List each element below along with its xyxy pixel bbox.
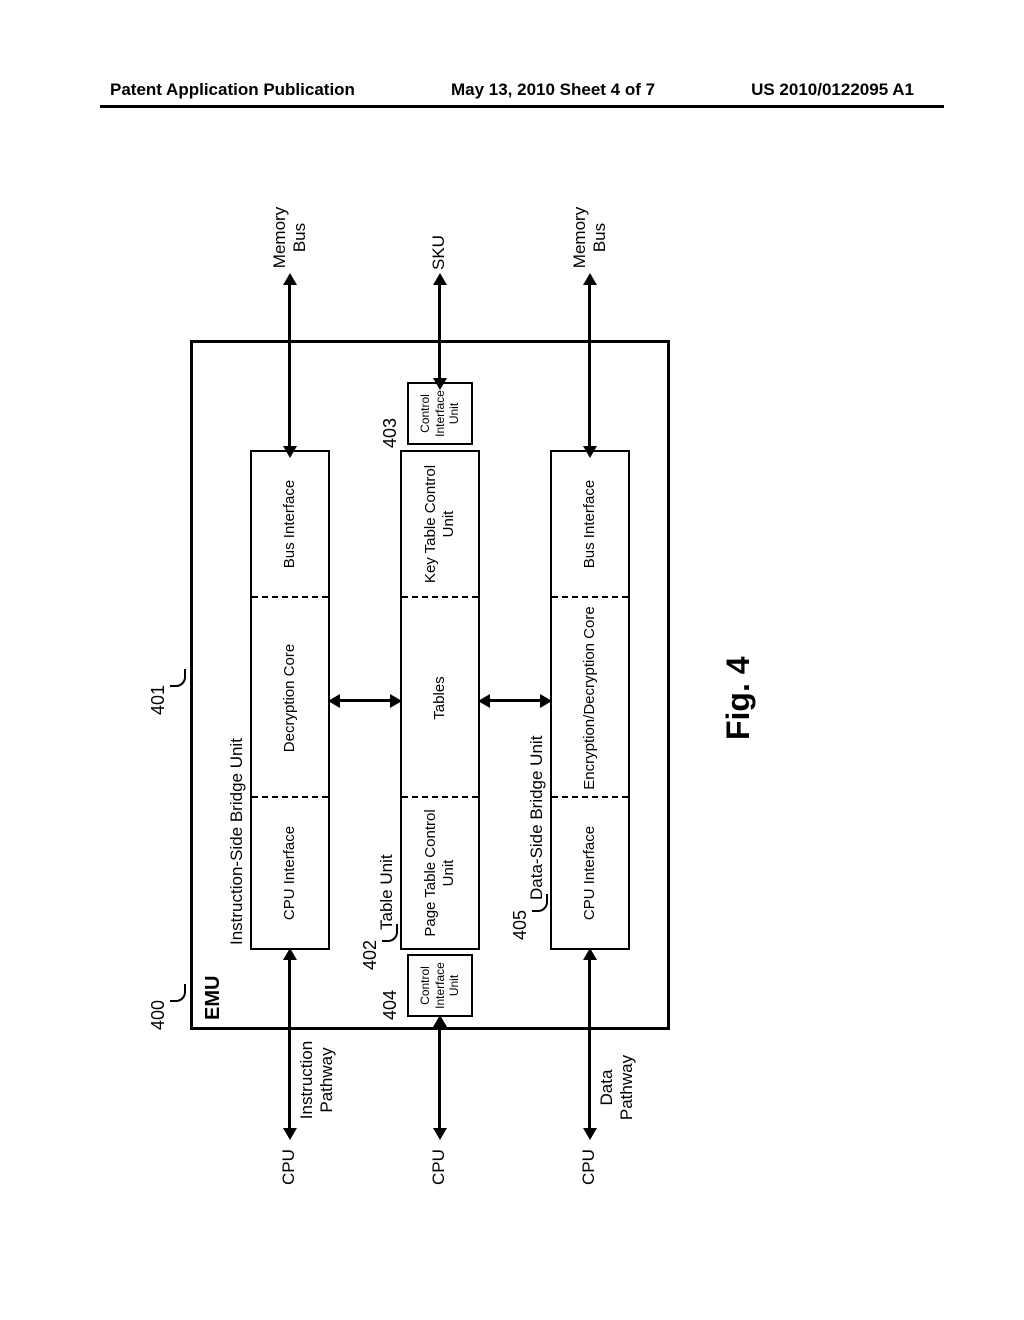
dsbu-cpu-interface: CPU Interface xyxy=(552,798,628,948)
header-left: Patent Application Publication xyxy=(110,80,355,100)
figure-label: Fig. 4 xyxy=(720,656,757,740)
ref-403: 403 xyxy=(380,418,401,448)
tables-sub: Tables xyxy=(402,600,478,796)
arrow-sku xyxy=(438,278,441,380)
instruction-side-bridge-unit: CPU Interface Decryption Core Bus Interf… xyxy=(250,450,330,950)
cpu-label-3: CPU xyxy=(579,1149,599,1185)
arrow-v1-d xyxy=(390,694,402,708)
arrow-membus-bot xyxy=(588,278,591,448)
isbu-div1 xyxy=(252,796,328,798)
table-unit-title: Table Unit xyxy=(377,854,397,930)
ref-402: 402 xyxy=(360,940,381,970)
diagram-rotated-container: EMU 400 CPU Interface Decryption Core Bu… xyxy=(0,350,960,1030)
arrow-instr xyxy=(288,952,291,1130)
header-center: May 13, 2010 Sheet 4 of 7 xyxy=(451,80,655,100)
arrow-membus-bot-l xyxy=(583,446,597,458)
arrow-cpu-mid xyxy=(438,1019,441,1130)
arrow-membus-bot-r xyxy=(583,273,597,285)
isbu-decryption-core: Decryption Core xyxy=(252,600,328,796)
emu-label: EMU xyxy=(202,976,225,1020)
ref-400-curve xyxy=(170,984,186,1002)
dsbu-div1 xyxy=(552,796,628,798)
sku-label: SKU xyxy=(429,235,449,270)
arrow-v2-u xyxy=(478,694,490,708)
key-table-control-unit: Key Table Control Unit xyxy=(402,452,478,596)
isbu-div2 xyxy=(252,596,328,598)
cpu-label-2: CPU xyxy=(429,1149,449,1185)
data-pathway-label: Data Pathway xyxy=(597,1050,638,1125)
arrow-membus-top-r xyxy=(283,273,297,285)
arrow-membus-top-l xyxy=(283,446,297,458)
arrow-cpu-mid-l xyxy=(433,1128,447,1140)
isbu-bus-interface: Bus Interface xyxy=(252,452,328,596)
tu-div2 xyxy=(402,596,478,598)
memory-bus-label-2: Memory Bus xyxy=(570,205,611,270)
ref-404: 404 xyxy=(380,990,401,1020)
arrow-data-r xyxy=(583,948,597,960)
memory-bus-label-1: Memory Bus xyxy=(270,205,311,270)
cpu-label-1: CPU xyxy=(279,1149,299,1185)
ciu-left-label: Control Interface Unit xyxy=(409,956,471,1015)
isbu-title: Instruction-Side Bridge Unit xyxy=(227,738,247,945)
arrow-instr-r xyxy=(283,948,297,960)
isbu-cpu-interface: CPU Interface xyxy=(252,798,328,948)
ciu-right-label: Control Interface Unit xyxy=(409,384,471,443)
arrow-data-l xyxy=(583,1128,597,1140)
diagram: EMU 400 CPU Interface Decryption Core Bu… xyxy=(130,200,810,1180)
tu-div1 xyxy=(402,796,478,798)
instruction-pathway-label: Instruction Pathway xyxy=(297,1035,338,1125)
page-table-control-unit: Page Table Control Unit xyxy=(402,798,478,948)
ref-400: 400 xyxy=(148,1000,169,1030)
arrow-v2 xyxy=(485,699,545,702)
arrow-v1-u xyxy=(328,694,340,708)
arrow-v2-d xyxy=(540,694,552,708)
arrow-v1 xyxy=(335,699,395,702)
ref-401: 401 xyxy=(148,685,169,715)
data-side-bridge-unit: CPU Interface Encryption/Decryption Core… xyxy=(550,450,630,950)
arrow-membus-top xyxy=(288,278,291,448)
header-right: US 2010/0122095 A1 xyxy=(751,80,914,100)
page-header: Patent Application Publication May 13, 2… xyxy=(0,80,1024,100)
ref-401-curve xyxy=(170,669,186,687)
table-unit: Page Table Control Unit Tables Key Table… xyxy=(400,450,480,950)
arrow-sku-r xyxy=(433,273,447,285)
control-interface-unit-right: Control Interface Unit xyxy=(407,382,473,445)
dsbu-div2 xyxy=(552,596,628,598)
arrow-cpu-mid-r xyxy=(433,1015,447,1027)
arrow-sku-l xyxy=(433,378,447,390)
ref-405: 405 xyxy=(510,910,531,940)
dsbu-bus-interface: Bus Interface xyxy=(552,452,628,596)
arrow-instr-l xyxy=(283,1128,297,1140)
control-interface-unit-left: Control Interface Unit xyxy=(407,954,473,1017)
dsbu-title: Data-Side Bridge Unit xyxy=(527,736,547,900)
arrow-data xyxy=(588,952,591,1130)
dsbu-enc-dec-core: Encryption/Decryption Core xyxy=(552,600,628,796)
header-rule xyxy=(100,105,944,108)
